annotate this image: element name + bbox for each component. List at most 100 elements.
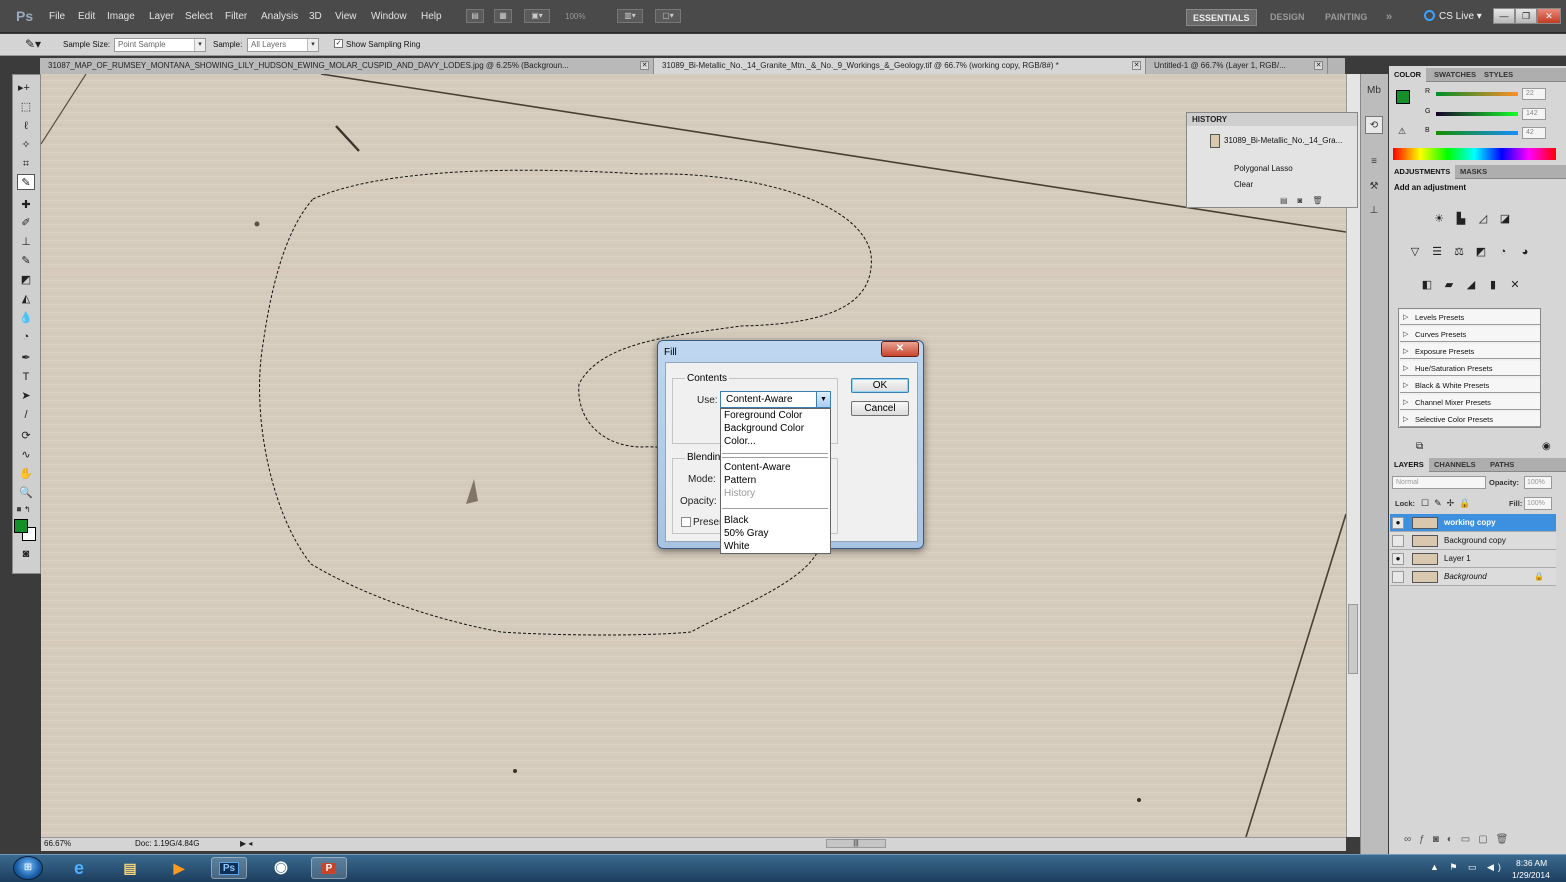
history-step-clear[interactable]: Clear <box>1190 180 1345 189</box>
eye-icon[interactable]: ● <box>1392 517 1404 529</box>
eyedropper-tool-icon[interactable]: ✎ <box>17 174 35 190</box>
option-white[interactable]: White <box>724 541 750 552</box>
fill-dialog-close-button[interactable]: ✕ <box>881 341 919 357</box>
brush-tool-icon[interactable]: ✐ <box>17 215 35 231</box>
black-white-icon[interactable]: ◩ <box>1472 244 1490 260</box>
tab-rumsey-map[interactable]: 31087_MAP_OF_RUMSEY_MONTANA_SHOWING_LILY… <box>40 58 654 74</box>
preset-black-white[interactable]: Black & White Presets <box>1400 378 1540 393</box>
internet-explorer-icon[interactable]: e <box>61 857 97 879</box>
layer-opacity-field[interactable]: 100% <box>1524 476 1552 489</box>
workspace-design[interactable]: DESIGN <box>1264 9 1311 26</box>
option-50-gray[interactable]: 50% Gray <box>724 528 768 539</box>
hue-saturation-icon[interactable]: ☰ <box>1428 244 1446 260</box>
crop-tool-icon[interactable]: ⌗ <box>17 156 35 172</box>
threshold-icon[interactable]: ◢ <box>1462 277 1480 293</box>
minimize-button[interactable]: — <box>1493 8 1515 24</box>
blue-value[interactable]: 42 <box>1522 127 1546 139</box>
status-menu-icon[interactable]: ▶ ◂ <box>240 839 252 848</box>
chevron-down-icon[interactable]: ▼ <box>816 392 830 407</box>
layer-fill-field[interactable]: 100% <box>1524 497 1552 510</box>
type-tool-icon[interactable]: T <box>17 369 35 385</box>
menu-3d[interactable]: 3D <box>309 11 322 22</box>
curves-icon[interactable]: ◿ <box>1474 211 1492 227</box>
horizontal-scrollbar-thumb[interactable]: ||| <box>826 839 886 848</box>
layer-working-copy[interactable]: ● working copy <box>1390 514 1556 532</box>
screen-mode-icon[interactable]: ▢▾ <box>655 9 681 23</box>
tab-swatches[interactable]: SWATCHES <box>1429 68 1481 82</box>
layers-footer-icons[interactable]: ∞ƒ◙◐▭▢🗑 <box>1390 834 1556 848</box>
cancel-button[interactable]: Cancel <box>851 401 909 416</box>
option-pattern[interactable]: Pattern <box>724 475 756 486</box>
tab-untitled-1[interactable]: Untitled-1 @ 66.7% (Layer 1, RGB/... ✕ <box>1146 58 1328 74</box>
tool-presets-icon[interactable]: ⚒ <box>1365 178 1383 196</box>
menu-file[interactable]: File <box>49 11 65 22</box>
posterize-icon[interactable]: ▰ <box>1440 277 1458 293</box>
workspace-painting[interactable]: PAINTING <box>1319 9 1373 26</box>
history-snapshot[interactable]: 31089_Bi-Metallic_No._14_Gra... <box>1190 134 1345 148</box>
visibility-icon[interactable]: ◉ <box>1542 441 1551 452</box>
gradient-map-icon[interactable]: ▮ <box>1484 277 1502 293</box>
use-select[interactable]: Content-Aware <box>720 391 831 408</box>
color-panel-foreground-swatch[interactable] <box>1396 90 1410 104</box>
menu-select[interactable]: Select <box>185 11 213 22</box>
file-explorer-icon[interactable]: ▤ <box>112 857 148 879</box>
sample-select[interactable]: All Layers ▾ <box>247 38 319 52</box>
blend-mode-select[interactable]: Normal <box>1392 476 1486 489</box>
option-color[interactable]: Color... <box>724 436 756 447</box>
mini-bridge-panel-icon[interactable]: Mb <box>1365 82 1383 100</box>
3d-orbit-tool-icon[interactable]: ∿ <box>17 447 35 463</box>
green-slider[interactable] <box>1436 112 1518 116</box>
history-brush-tool-icon[interactable]: ✎ <box>17 253 35 269</box>
zoom-level[interactable]: 100% <box>565 12 585 21</box>
color-balance-icon[interactable]: ⚖ <box>1450 244 1468 260</box>
preset-selective-color[interactable]: Selective Color Presets <box>1400 412 1540 427</box>
tab-styles[interactable]: STYLES <box>1479 68 1518 82</box>
ok-button[interactable]: OK <box>851 378 909 393</box>
tab-channels[interactable]: CHANNELS <box>1429 458 1481 472</box>
media-player-icon[interactable]: ▶ <box>161 857 197 879</box>
chrome-icon[interactable]: ◉ <box>263 857 299 879</box>
close-icon[interactable]: ✕ <box>1314 61 1323 70</box>
dodge-tool-icon[interactable]: ◔ <box>17 329 35 345</box>
photoshop-taskbar-icon[interactable]: Ps <box>211 857 247 879</box>
tab-adjustments[interactable]: ADJUSTMENTS <box>1389 165 1456 179</box>
eye-icon[interactable] <box>1392 535 1404 547</box>
clock-date[interactable]: 1/29/2014 <box>1512 870 1550 880</box>
channel-mixer-icon[interactable]: ◕ <box>1516 244 1534 260</box>
history-panel-icon[interactable]: ⟲ <box>1365 116 1383 134</box>
bridge-icon[interactable]: ▤ <box>466 9 484 23</box>
layer-background-copy[interactable]: Background copy <box>1390 532 1556 550</box>
color-spectrum-bar[interactable] <box>1393 148 1556 160</box>
marquee-tool-icon[interactable]: ⬚ <box>17 99 35 115</box>
start-button[interactable]: ⊞ <box>13 856 43 880</box>
clone-stamp-tool-icon[interactable]: ⊥ <box>17 234 35 250</box>
menu-help[interactable]: Help <box>421 11 442 22</box>
paint-bucket-tool-icon[interactable]: ◭ <box>17 291 35 307</box>
tab-bi-metallic[interactable]: 31089_Bi-Metallic_No._14_Granite_Mtn._&_… <box>654 58 1146 74</box>
red-value[interactable]: 22 <box>1522 88 1546 100</box>
zoom-tool-icon[interactable]: 🔍 <box>17 485 35 501</box>
eyedropper-preset-icon[interactable]: ✎▾ <box>25 37 41 51</box>
document-size-info[interactable]: Doc: 1.19G/4.84G <box>135 839 199 848</box>
show-sampling-ring-checkbox[interactable]: ✓ <box>334 39 343 48</box>
photo-filter-icon[interactable]: ◔ <box>1494 244 1512 260</box>
levels-icon[interactable]: ▙ <box>1452 211 1470 227</box>
move-tool-icon[interactable]: ▸+ <box>15 80 33 96</box>
gamut-warning-icon[interactable]: ⚠ <box>1398 126 1406 137</box>
arrange-documents-icon[interactable]: ▥▾ <box>617 9 643 23</box>
lasso-tool-icon[interactable]: ℓ <box>17 118 35 134</box>
preserve-transparency-checkbox[interactable] <box>681 517 691 527</box>
eraser-tool-icon[interactable]: ◩ <box>17 272 35 288</box>
tab-masks[interactable]: MASKS <box>1455 165 1492 179</box>
menu-edit[interactable]: Edit <box>78 11 95 22</box>
pen-tool-icon[interactable]: ✒ <box>17 350 35 366</box>
eye-icon[interactable] <box>1392 571 1404 583</box>
clock-time[interactable]: 8:36 AM <box>1516 858 1547 868</box>
layer-background[interactable]: Background 🔒 <box>1390 568 1556 586</box>
tab-paths[interactable]: PATHS <box>1485 458 1519 472</box>
preset-levels[interactable]: Levels Presets <box>1400 310 1540 325</box>
system-tray-icons[interactable]: ▲ ⚑ ▭ ◀) <box>1430 862 1505 873</box>
close-icon[interactable]: ✕ <box>1132 61 1141 70</box>
lock-icons[interactable]: ☐✎✢🔒 <box>1421 498 1475 509</box>
menu-image[interactable]: Image <box>107 11 135 22</box>
